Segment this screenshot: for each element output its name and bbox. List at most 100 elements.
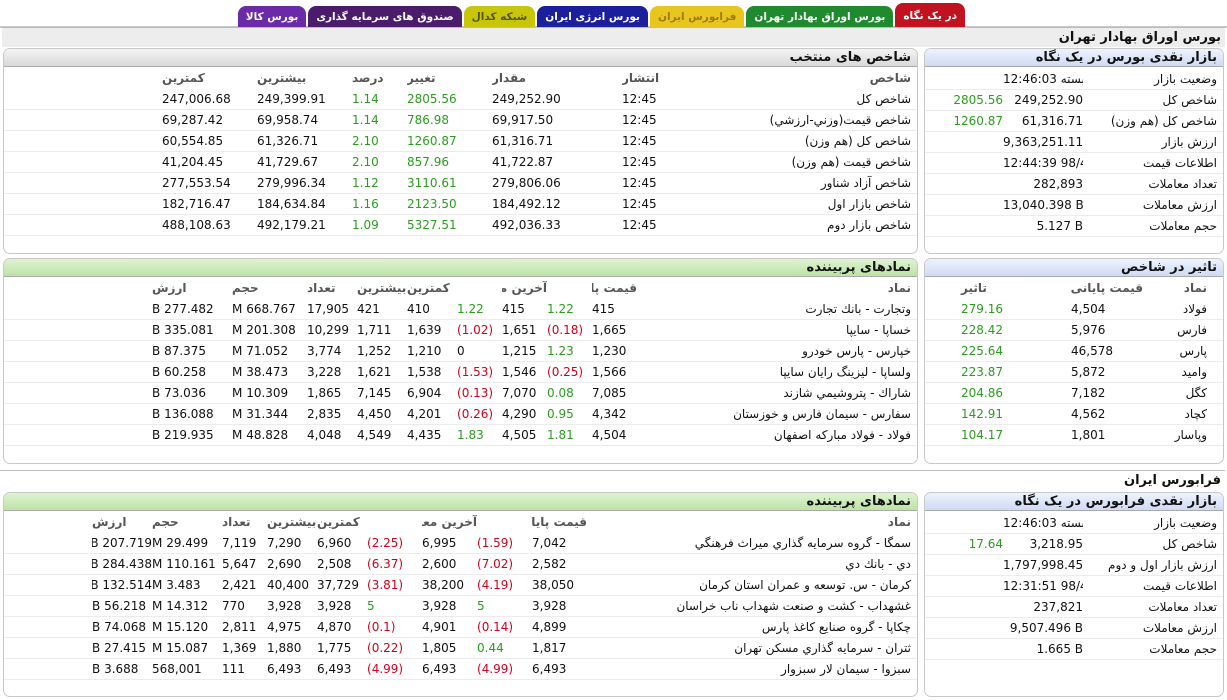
- impact-cell: وامید: [1181, 365, 1207, 379]
- indices-row[interactable]: شاخص كل (هم وزن) 12:45 61,316.71 1260.87 2.1…: [4, 131, 917, 152]
- busiest-cell: 73.036 B: [152, 386, 207, 400]
- busiest-cell: (0.1): [367, 620, 396, 634]
- tab-0[interactable]: در یک نگاه: [895, 3, 965, 27]
- busiest-cell: (4.99): [477, 662, 514, 676]
- ifb-glance-title: بازار نقدی فرابورس در یک نگاه: [925, 493, 1223, 511]
- impact-row[interactable]: كگل 7,182 204.86: [925, 383, 1223, 404]
- busiest-row[interactable]: وتجارت - بانك تجارت 415 1.22 415 1.22 410 421 1…: [4, 299, 917, 320]
- busiest-cell: 1,865: [307, 386, 342, 400]
- tab-4[interactable]: شبکه کدال: [463, 6, 536, 27]
- busiest-cell: 1,566: [592, 365, 627, 379]
- busiest-row[interactable]: دي - بانك دي 2,582 (7.02) 2,600 (6.37) 2,508 2…: [4, 554, 917, 575]
- impact-row[interactable]: فارس 5,976 228.42: [925, 320, 1223, 341]
- glance-label: ارزش معاملات: [1142, 198, 1217, 212]
- busiest-cell: 5,647: [222, 557, 257, 571]
- busiest-row[interactable]: چكاپا - گروه صنايع كاغذ پارس 4,899 (0.14) 4…: [4, 617, 917, 638]
- busiest-cell: 87.375 B: [152, 344, 207, 358]
- indices-row[interactable]: شاخص قيمت(وزني-ارزشي) 12:45 69,917.50 786.9…: [4, 110, 917, 131]
- busiest-col-header: حجم: [152, 515, 179, 529]
- busiest-cell: 4,504: [592, 428, 627, 442]
- ifb-section-title: فرابورس ایران: [0, 470, 1225, 490]
- indices-col-header: تغییر: [407, 71, 436, 85]
- impact-row[interactable]: پارس 46,578 225.64: [925, 341, 1223, 362]
- busiest-row[interactable]: سمگا - گروه سرمايه گذاري ميراث فرهنگي 7,0…: [4, 533, 917, 554]
- tab-3[interactable]: بورس انرژی ایران: [537, 6, 648, 27]
- busiest-row[interactable]: ثتران - سرمايه گذاري مسكن تهران 1,817 0.44…: [4, 638, 917, 659]
- busiest-row[interactable]: كرمان - س. توسعه و عمران استان كرمان 38,0…: [4, 575, 917, 596]
- indices-row[interactable]: شاخص قيمت (هم وزن) 12:45 41,722.87 857.96 2.…: [4, 152, 917, 173]
- impact-row[interactable]: فولاد 4,504 279.16: [925, 299, 1223, 320]
- busiest-cell: 1,639: [407, 323, 442, 337]
- impact-row[interactable]: كچاد 4,562 142.91: [925, 404, 1223, 425]
- indices-col-header: کمترین: [162, 71, 205, 85]
- busiest-col-header: ارزش: [92, 515, 127, 529]
- indices-row[interactable]: شاخص بازار دوم 12:45 492,036.33 5327.51 1.09…: [4, 215, 917, 236]
- busiest-cell: كرمان - س. توسعه و عمران استان كرمان: [699, 578, 911, 592]
- glance-label: شاخص کل: [1162, 537, 1217, 551]
- busiest-cell: خپارس - پارس خودرو: [802, 344, 911, 358]
- indices-col-header: درصد: [352, 71, 384, 85]
- indices-cell: 12:45: [622, 134, 657, 148]
- glance-value: 61,316.71: [1021, 114, 1083, 128]
- impact-cell: 204.86: [961, 386, 1003, 400]
- busiest-col-header: بیشترین: [357, 281, 407, 295]
- impact-cell: 142.91: [961, 407, 1003, 421]
- impact-cell: 225.64: [961, 344, 1003, 358]
- impact-row[interactable]: وامید 5,872 223.87: [925, 362, 1223, 383]
- busiest-row[interactable]: ولساپا - ليزينگ رايان سايپا 1,566 (0.25) 1,…: [4, 362, 917, 383]
- glance-value: 3,218.95: [1029, 537, 1083, 551]
- indices-row[interactable]: شاخص آزاد شناور 12:45 279,806.06 3110.61 1.1…: [4, 173, 917, 194]
- tab-6[interactable]: بورس کالا: [237, 6, 307, 27]
- indices-cell: 41,722.87: [492, 155, 554, 169]
- busiest-row[interactable]: شاراك - پتروشيمي شازند 7,085 0.08 7,070 (0.1…: [4, 383, 917, 404]
- glance-change: 2805.56: [953, 93, 1003, 107]
- indices-cell: 857.96: [407, 155, 449, 169]
- tab-2[interactable]: فرابورس ایران: [650, 6, 745, 27]
- impact-row[interactable]: وپاسار 1,801 104.17: [925, 425, 1223, 446]
- glance-change: [941, 597, 1003, 617]
- busiest-col-header: [367, 511, 422, 533]
- busiest-row[interactable]: سبزوا - سيمان لار سبزوار 6,493 (4.99) 6,493…: [4, 659, 917, 680]
- glance-change: [941, 195, 1003, 215]
- busiest-row[interactable]: فولاد - فولاد مباركه اصفهان 4,504 1.81 4,50…: [4, 425, 917, 446]
- indices-cell: 12:45: [622, 218, 657, 232]
- glance-label: وضعیت بازار: [1154, 72, 1217, 86]
- busiest-row[interactable]: خساپا - سايپا 1,665 (0.18) 1,651 (1.02) 1,639…: [4, 320, 917, 341]
- indices-cell: 1.12: [352, 176, 379, 190]
- indices-row[interactable]: شاخص بازار اول 12:45 184,492.12 2123.50 1.16…: [4, 194, 917, 215]
- busiest-col-header: [477, 511, 532, 533]
- busiest-col-header: کمترین: [317, 515, 360, 529]
- tse-busiest-title: نمادهای پربیننده: [4, 259, 917, 277]
- busiest-cell: 6,960: [317, 536, 352, 550]
- busiest-cell: (0.18): [547, 323, 584, 337]
- glance-label: وضعیت بازار: [1154, 516, 1217, 530]
- busiest-cell: 4,975: [267, 620, 302, 634]
- indices-row[interactable]: شاخص كل 12:45 249,252.90 2805.56 1.14 249,399…: [4, 89, 917, 110]
- indices-cell: 2123.50: [407, 197, 457, 211]
- indices-cell: 1.16: [352, 197, 379, 211]
- busiest-cell: 2,835: [307, 407, 342, 421]
- busiest-cell: 15.087 M: [152, 641, 209, 655]
- impact-cell: پارس: [1179, 344, 1207, 358]
- busiest-cell: (0.14): [477, 620, 514, 634]
- busiest-row[interactable]: غشهداب - كشت و صنعت شهداب ناب خراسان 3,92…: [4, 596, 917, 617]
- busiest-cell: 1,369: [222, 641, 257, 655]
- indices-cell: 1260.87: [407, 134, 457, 148]
- busiest-cell: خساپا - سايپا: [845, 323, 911, 337]
- glance-value: بسته 12:46:03: [1003, 516, 1083, 530]
- busiest-cell: 6,493: [422, 662, 457, 676]
- impact-cell: 104.17: [961, 428, 1003, 442]
- busiest-row[interactable]: سفارس - سيمان فارس و خوزستان 4,342 0.95 4,2…: [4, 404, 917, 425]
- tab-1[interactable]: بورس اوراق بهادار تهران: [746, 6, 894, 27]
- busiest-col-header: نماد: [887, 281, 911, 295]
- impact-cell: 5,872: [1071, 365, 1106, 379]
- glance-change: [941, 555, 1003, 575]
- impact-cell: 4,504: [1071, 302, 1106, 316]
- tab-5[interactable]: صندوق های سرمایه گذاری: [308, 6, 462, 27]
- glance-label: حجم معاملات: [1149, 219, 1217, 233]
- busiest-row[interactable]: خپارس - پارس خودرو 1,230 1.23 1,215 0 1,210 1,…: [4, 341, 917, 362]
- glance-row: شاخص کل 249,252.90 2805.56: [925, 90, 1223, 111]
- busiest-cell: دي - بانك دي: [845, 557, 911, 571]
- busiest-cell: 6,493: [267, 662, 302, 676]
- impact-cell: كچاد: [1184, 407, 1207, 421]
